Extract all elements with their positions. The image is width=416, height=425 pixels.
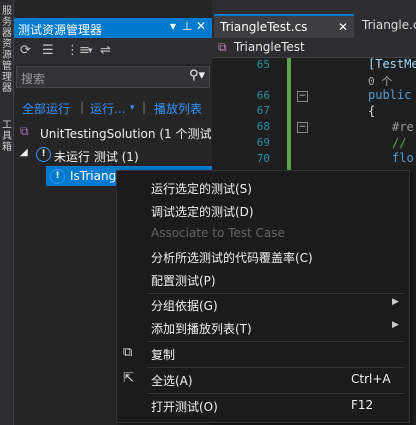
tab-triangletest[interactable]: TriangleTest.cs ✕	[214, 14, 354, 38]
panel-title: 测试资源管理器	[18, 23, 103, 37]
line-number: 65	[256, 58, 270, 71]
tab-label: Triangle.cs	[362, 18, 416, 32]
menu-item-run-selected[interactable]: 运行选定的测试(S)	[117, 176, 409, 198]
dropdown-icon[interactable]: ▾	[166, 19, 180, 33]
menu-item-label: Associate to Test Case	[151, 226, 285, 240]
tab-triangle[interactable]: Triangle.cs	[356, 14, 416, 38]
copy-icon: ⧉	[123, 345, 133, 360]
line-number: 68	[256, 120, 270, 133]
toolbox-tab[interactable]: 工具箱	[0, 120, 14, 153]
solution-icon: ⧉	[20, 124, 29, 138]
class-icon: ⧉	[218, 40, 227, 54]
not-run-icon: !	[36, 147, 51, 162]
menu-item-add-to-playlist[interactable]: 添加到播放列表(T) ▶	[117, 316, 409, 338]
run-all-link[interactable]: 全部运行	[22, 100, 70, 117]
search-input[interactable]: 搜索	[21, 70, 45, 87]
not-run-icon: !	[50, 169, 65, 184]
line-number: 70	[256, 152, 270, 165]
menu-item-label: 全选(A)	[151, 374, 193, 388]
panel-title-bar: 测试资源管理器 ▾ ⊥ ✕	[14, 18, 212, 38]
menu-item-label: 分组依据(G)	[151, 299, 218, 313]
menu-item-label: 复制	[151, 348, 176, 362]
line-number: 66	[256, 89, 270, 102]
left-tool-strip: 服务器资源管理器 工具箱	[0, 0, 14, 425]
run-link[interactable]: 运行...	[90, 100, 125, 117]
collapse-icon[interactable]: −	[297, 122, 308, 133]
menu-item-label: 调试选定的测试(D)	[151, 205, 254, 219]
menu-item-shortcut: F12	[351, 398, 374, 412]
line-number: 69	[256, 136, 270, 149]
close-icon[interactable]: ✕	[338, 20, 348, 34]
menu-item-shortcut: Ctrl+A	[351, 372, 391, 386]
menu-item-label: 添加到播放列表(T)	[151, 322, 252, 336]
collapse-icon[interactable]: −	[297, 91, 308, 102]
navbar-title: TriangleTest	[234, 40, 305, 54]
menu-item-configure-tests[interactable]: 配置测试(P)	[117, 268, 409, 290]
editor-tab-bar: TriangleTest.cs ✕ Triangle.cs	[212, 0, 416, 38]
menu-item-label: 运行选定的测试(S)	[151, 182, 252, 196]
code-line: //	[392, 136, 407, 150]
panel-toolbar: ⟳ ☰ ⋮≡ ▾ ⇌	[14, 38, 212, 64]
menu-item-associate-test-case: Associate to Test Case	[117, 222, 409, 244]
tree-group-label: 未运行 测试 (1)	[54, 150, 139, 164]
playlist-link[interactable]: 播放列表	[154, 100, 202, 117]
tab-label: TriangleTest.cs	[220, 20, 308, 34]
expand-icon[interactable]: ◢	[20, 147, 28, 158]
navigation-bar[interactable]: ⧉ TriangleTest	[212, 38, 416, 58]
search-box[interactable]: 搜索 ⚲▾	[16, 66, 210, 88]
code-line: 0 个	[368, 75, 393, 88]
close-icon[interactable]: ✕	[194, 19, 208, 33]
menu-item-label: 分析所选测试的代码覆盖率(C)	[151, 251, 313, 265]
change-indicator	[287, 58, 291, 178]
context-menu: 运行选定的测试(S) 调试选定的测试(D) Associate to Test …	[116, 170, 410, 423]
tree-group-row[interactable]: ◢ ! 未运行 测试 (1)	[14, 145, 212, 165]
submenu-arrow-icon: ▶	[392, 297, 399, 307]
pin-icon[interactable]: ⊥	[180, 19, 194, 33]
settings-icon[interactable]: ⇌	[100, 43, 111, 58]
code-line: {	[368, 104, 376, 118]
group-icon[interactable]: ⋮≡	[66, 43, 90, 58]
menu-item-debug-selected[interactable]: 调试选定的测试(D)	[117, 199, 409, 221]
menu-item-open-test[interactable]: 打开测试(O) F12	[117, 394, 409, 416]
menu-item-label: 配置测试(P)	[151, 274, 216, 288]
tree-solution-label: UnitTestingSolution (1 个测试)	[40, 127, 217, 141]
tree-solution-row[interactable]: ⧉ UnitTestingSolution (1 个测试)	[14, 122, 216, 142]
playlist-icon[interactable]: ☰	[42, 43, 54, 58]
menu-item-analyze-coverage[interactable]: 分析所选测试的代码覆盖率(C)	[117, 245, 409, 267]
select-all-icon: ⇱	[123, 371, 134, 386]
chevron-down-icon[interactable]: ▾	[130, 103, 135, 113]
menu-item-group-by[interactable]: 分组依据(G) ▶	[117, 293, 409, 315]
code-line: public	[368, 88, 412, 102]
menu-item-select-all[interactable]: ⇱ 全选(A) Ctrl+A	[117, 368, 409, 390]
refresh-icon[interactable]: ⟳	[20, 43, 31, 58]
search-icon[interactable]: ⚲▾	[189, 68, 205, 83]
filter-bar: 全部运行 | 运行... ▾ | 播放列表	[22, 100, 203, 117]
menu-item-label: 打开测试(O)	[151, 400, 218, 414]
line-number: 67	[256, 104, 270, 117]
code-line: flo	[392, 151, 414, 165]
server-explorer-tab[interactable]: 服务器资源管理器	[0, 6, 14, 94]
code-line: [TestMe	[368, 57, 416, 71]
chevron-down-icon[interactable]: ▾	[88, 46, 93, 56]
code-line: #re	[392, 120, 414, 134]
submenu-arrow-icon: ▶	[392, 320, 399, 330]
menu-item-copy[interactable]: ⧉ 复制	[117, 342, 409, 364]
